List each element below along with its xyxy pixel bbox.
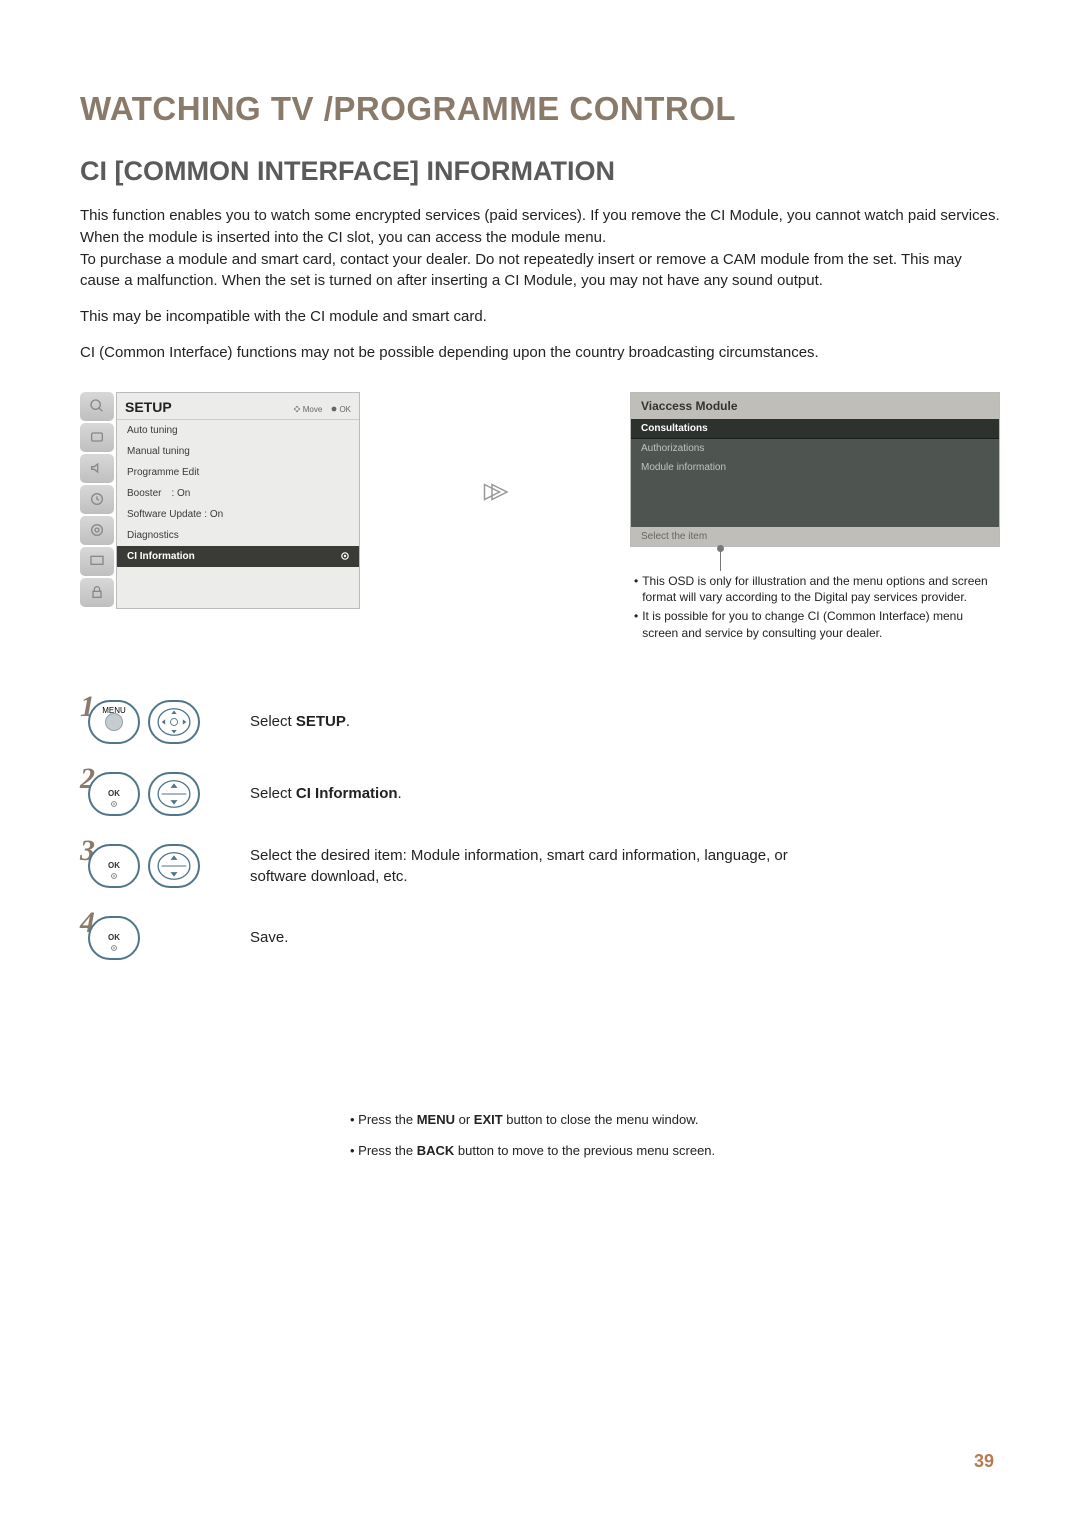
ok-button-icon: OK <box>88 844 140 888</box>
step-2: 2 OK Select CI Information. <box>80 772 1000 816</box>
module-item-consultations: Consultations <box>631 419 999 439</box>
setup-menu: SETUP Move OK Auto tuning Manual tuning … <box>116 392 360 609</box>
instruction-steps: 1 MENU Select SETUP. 2 OK <box>80 700 1000 960</box>
footer-notes: • Press the MENU or EXIT button to close… <box>350 1110 715 1172</box>
menu-item-ci-information: CI Information <box>117 546 359 567</box>
module-footer-hint: Select the item <box>631 527 999 546</box>
menu-button-icon: MENU <box>88 700 140 744</box>
ok-button-icon: OK <box>88 772 140 816</box>
option-icon <box>80 516 114 545</box>
dish-icon <box>80 392 114 421</box>
setup-osd-panel: SETUP Move OK Auto tuning Manual tuning … <box>80 392 360 609</box>
step-1: 1 MENU Select SETUP. <box>80 700 1000 744</box>
arrow-icon <box>360 392 630 507</box>
menu-item-diagnostics: Diagnostics <box>117 525 359 546</box>
callout-line <box>720 549 721 571</box>
intro-paragraph-3: CI (Common Interface) functions may not … <box>80 342 1000 364</box>
module-item-module-information: Module information <box>631 458 999 477</box>
viaccess-module-panel: Viaccess Module Consultations Authorizat… <box>630 392 1000 547</box>
audio-icon <box>80 454 114 483</box>
page-number: 39 <box>974 1451 994 1472</box>
picture-icon <box>80 423 114 452</box>
step-4: 4 OK Save. <box>80 916 1000 960</box>
lock-icon <box>80 578 114 607</box>
ok-button-icon: OK <box>88 916 140 960</box>
screen-icon <box>80 547 114 576</box>
diagram-row: SETUP Move OK Auto tuning Manual tuning … <box>80 392 1000 650</box>
intro-paragraph-2: This may be incompatible with the CI mod… <box>80 306 1000 328</box>
module-notes: •This OSD is only for illustration and t… <box>630 573 1000 650</box>
menu-item-software-update: Software Update : On <box>117 504 359 525</box>
setup-menu-title: SETUP <box>125 399 172 415</box>
time-icon <box>80 485 114 514</box>
nav-4way-icon <box>148 700 200 744</box>
menu-item-programme-edit: Programme Edit <box>117 462 359 483</box>
nav-updown-icon <box>148 772 200 816</box>
menu-item-manual-tuning: Manual tuning <box>117 441 359 462</box>
step-text: Select CI Information. <box>250 783 402 804</box>
module-item-authorizations: Authorizations <box>631 439 999 458</box>
section-title: CI [COMMON INTERFACE] INFORMATION <box>80 156 1000 187</box>
nav-updown-icon <box>148 844 200 888</box>
sidebar-iconbar <box>80 392 114 609</box>
module-osd-column: Viaccess Module Consultations Authorizat… <box>630 392 1000 650</box>
step-text: Select SETUP. <box>250 711 350 732</box>
page-title: WATCHING TV /PROGRAMME CONTROL <box>80 90 1000 128</box>
menu-item-booster: Booster: On <box>117 483 359 504</box>
menu-item-auto-tuning: Auto tuning <box>117 420 359 441</box>
step-text: Select the desired item: Module informat… <box>250 845 810 887</box>
setup-menu-hint: Move OK <box>293 405 351 414</box>
intro-paragraph-1: This function enables you to watch some … <box>80 205 1000 292</box>
module-title: Viaccess Module <box>631 393 999 419</box>
step-3: 3 OK Select the desired item: Module inf… <box>80 844 1000 888</box>
step-text: Save. <box>250 927 288 948</box>
